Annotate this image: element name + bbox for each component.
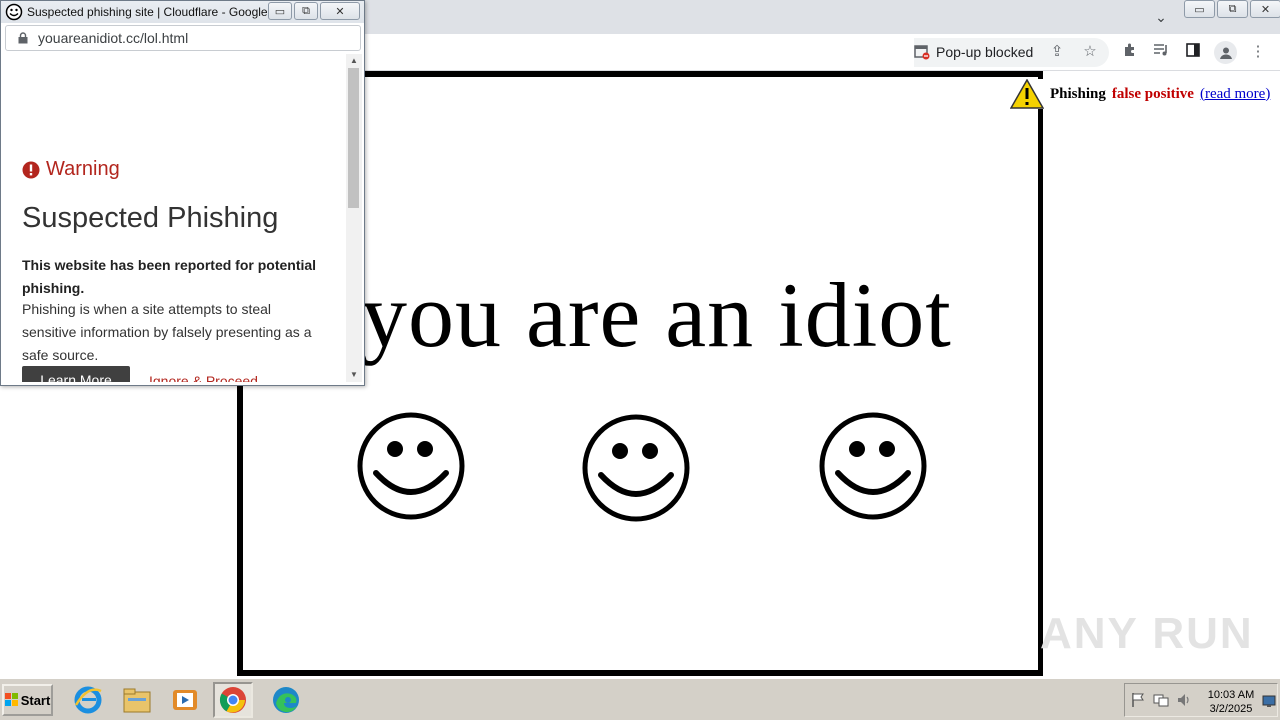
media-controls-icon[interactable]: [1151, 42, 1171, 62]
scroll-thumb[interactable]: [348, 68, 359, 208]
popup-minimize-button[interactable]: ▭: [268, 2, 292, 20]
share-icon[interactable]: ⇪: [1047, 42, 1067, 62]
popup-close-button[interactable]: ✕: [320, 2, 360, 20]
read-more-link[interactable]: (read more): [1200, 86, 1270, 103]
popup-url: youareanidiot.cc/lol.html: [38, 30, 189, 46]
warning-label: Warning: [46, 158, 120, 180]
action-center-flag-icon[interactable]: [1131, 692, 1145, 708]
ignore-proceed-link[interactable]: Ignore & Proceed: [149, 373, 258, 382]
clock-time: 10:03 AM: [1207, 689, 1255, 701]
taskbar: Start 10:03 AM 3/2/2025: [0, 678, 1280, 720]
lock-icon: [18, 32, 28, 44]
extensions-puzzle-icon[interactable]: [1120, 42, 1140, 62]
scroll-up-arrow-icon[interactable]: ▲: [346, 54, 362, 68]
profile-avatar-icon[interactable]: [1214, 41, 1237, 64]
alert-circle-icon: [22, 161, 40, 178]
side-panel-icon[interactable]: [1183, 42, 1203, 62]
smiley-face-icon: [357, 412, 465, 520]
close-button[interactable]: ✕: [1250, 0, 1280, 18]
media-player-icon[interactable]: [167, 682, 203, 718]
smiley-favicon-icon: [5, 3, 23, 21]
network-icon[interactable]: [1153, 692, 1169, 708]
anyrun-watermark: ANY RUN: [1040, 609, 1254, 658]
chrome-taskbar-icon[interactable]: [213, 682, 253, 718]
system-tray: 10:03 AM 3/2/2025: [1124, 683, 1278, 717]
restore-button[interactable]: ⧉: [1217, 0, 1248, 18]
popup-titlebar: Suspected phishing site | Cloudflare - G…: [1, 1, 364, 23]
volume-speaker-icon[interactable]: [1176, 692, 1192, 708]
warning-triangle-icon: [1010, 79, 1044, 109]
phishing-description: Phishing is when a site attempts to stea…: [22, 301, 312, 363]
clock[interactable]: 10:03 AM 3/2/2025: [1205, 688, 1257, 716]
popup-page-content: Warning Suspected Phishing This website …: [3, 54, 345, 382]
popup-blocked-indicator[interactable]: Pop-up blocked: [914, 44, 1033, 60]
smiley-face-icon: [582, 414, 690, 522]
warning-header: Warning: [22, 158, 120, 181]
minimize-button[interactable]: ▭: [1184, 0, 1215, 18]
scroll-down-arrow-icon[interactable]: ▼: [346, 368, 362, 382]
idiot-heading: you are an idiot: [361, 264, 952, 366]
windows-logo-icon: [4, 693, 18, 706]
suspected-phishing-heading: Suspected Phishing: [22, 202, 279, 234]
show-desktop-icon[interactable]: [1262, 694, 1276, 708]
popup-blocked-label: Pop-up blocked: [936, 44, 1034, 60]
start-button[interactable]: Start: [2, 684, 53, 716]
popup-restore-button[interactable]: ⧉: [294, 2, 318, 20]
popup-blocked-icon: [914, 45, 930, 60]
file-explorer-icon[interactable]: [119, 682, 155, 718]
phishing-false-positive-note: Phishing false positive (read more): [1010, 79, 1271, 109]
popup-scrollbar[interactable]: ▲ ▼: [346, 54, 362, 382]
edge-icon[interactable]: [268, 682, 304, 718]
popup-title: Suspected phishing site | Cloudflare - G…: [27, 5, 290, 19]
reported-text: This website has been reported for poten…: [22, 257, 317, 296]
start-label: Start: [20, 692, 51, 708]
learn-more-button[interactable]: Learn More: [22, 366, 130, 382]
menu-kebab-icon[interactable]: ⋮: [1248, 42, 1268, 62]
window-controls: ▭ ⧉ ✕: [1184, 0, 1280, 18]
phishing-word: Phishing: [1050, 85, 1106, 102]
popup-window: Suspected phishing site | Cloudflare - G…: [0, 0, 365, 386]
screen: ⌄ ▭ ⧉ ✕ Pop-up blocked ⇪ ☆ ⋮ you are an …: [0, 0, 1280, 720]
false-positive-text: false positive: [1111, 85, 1194, 102]
internet-explorer-icon[interactable]: [70, 682, 106, 718]
clock-date: 3/2/2025: [1209, 703, 1253, 715]
bookmark-star-icon[interactable]: ☆: [1080, 42, 1100, 62]
tab-search-chevron-icon[interactable]: ⌄: [1150, 6, 1172, 28]
smiley-face-icon: [819, 412, 927, 520]
popup-window-controls: ▭ ⧉ ✕: [268, 2, 360, 20]
popup-address-bar[interactable]: youareanidiot.cc/lol.html: [5, 25, 361, 51]
